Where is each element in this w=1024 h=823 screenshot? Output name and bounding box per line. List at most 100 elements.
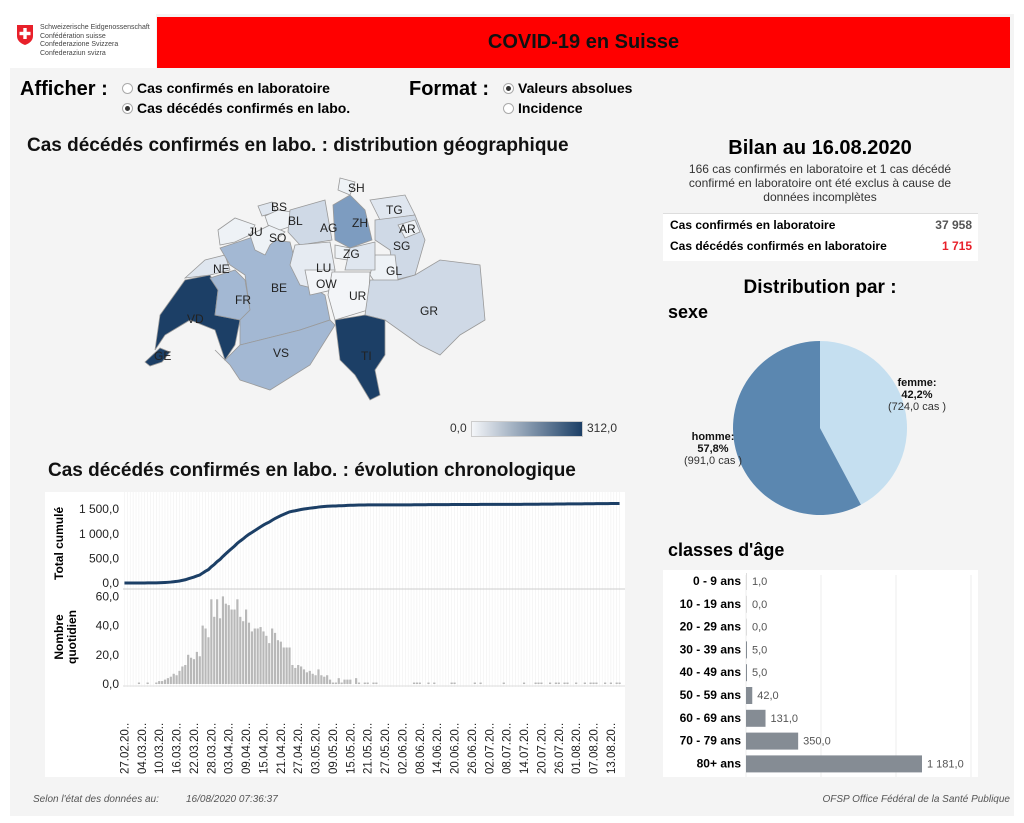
- radio-circle[interactable]: [503, 102, 514, 114]
- color-scale-legend: [471, 421, 583, 437]
- daily-bar: [239, 616, 242, 684]
- daily-bar: [427, 682, 430, 684]
- x-tick-label: 20.06.20..: [450, 723, 462, 774]
- y-tick-daily: 20,0: [96, 648, 120, 662]
- age-bar: [746, 618, 747, 636]
- daily-bar: [294, 667, 297, 684]
- daily-bar: [346, 679, 349, 684]
- daily-bar: [224, 603, 227, 684]
- canton-label: JU: [248, 225, 263, 239]
- daily-bar: [192, 659, 196, 684]
- daily-bar: [216, 599, 219, 684]
- x-tick-label: 10.03.20..: [154, 723, 166, 774]
- canton-label: VD: [187, 312, 204, 326]
- daily-bar: [583, 682, 586, 684]
- daily-bar: [155, 682, 158, 684]
- age-title: classes d'âge: [668, 540, 785, 560]
- chronology-chart: 0,0 500,0 1 000,0 1 500,0 Total cumulé 0,0 20,…: [52, 492, 625, 774]
- age-bar: [746, 755, 922, 773]
- daily-bar: [273, 632, 277, 684]
- daily-bar: [285, 647, 288, 684]
- daily-bar: [288, 647, 291, 684]
- radio-cas-confirmes[interactable]: Cas confirmés en laboratoire: [122, 78, 350, 98]
- daily-bar: [169, 676, 172, 684]
- radio-incidence[interactable]: Incidence: [503, 98, 632, 118]
- age-category-label: 20 - 29 ans: [680, 620, 742, 634]
- daily-bar: [372, 682, 375, 684]
- x-tick-label: 20.07.20..: [536, 723, 548, 774]
- daily-bar: [549, 682, 552, 684]
- canton-label: AR: [399, 222, 416, 236]
- daily-bar: [566, 682, 569, 684]
- daily-bar: [184, 665, 187, 684]
- age-value-label: 1 181,0: [927, 758, 964, 770]
- radio-circle[interactable]: [122, 82, 133, 94]
- daily-bar: [609, 682, 612, 684]
- daily-bar: [326, 675, 329, 684]
- canton-label: SH: [348, 181, 365, 195]
- radio-valeurs-absolues[interactable]: Valeurs absolues: [503, 78, 632, 98]
- distribution-title: Distribution par :: [743, 277, 897, 298]
- daily-bar: [357, 682, 361, 684]
- radio-circle-selected[interactable]: [503, 82, 514, 94]
- canton-label: OW: [316, 277, 337, 291]
- logo-line: Confederazione Svizzera: [40, 41, 119, 48]
- daily-bar: [554, 682, 557, 684]
- daily-bar: [375, 682, 378, 684]
- pie-label-line: homme:: [692, 431, 735, 443]
- x-tick-label: 15.04.20..: [258, 723, 270, 774]
- swiss-confederation-logo: Schweizerische Eidgenossenschaft Confédé…: [10, 14, 156, 68]
- radio-cas-decedes[interactable]: Cas décédés confirmés en labo.: [122, 98, 350, 118]
- daily-bar: [473, 682, 476, 684]
- bilan-row-value: 1 715: [941, 239, 972, 253]
- y-tick-cumulative: 1 500,0: [79, 502, 119, 516]
- x-tick-label: 21.04.20..: [276, 723, 288, 774]
- daily-bar: [615, 682, 618, 684]
- daily-bar: [522, 682, 526, 684]
- age-bar: [746, 687, 753, 704]
- format-label: Format :: [409, 78, 489, 100]
- x-tick-label: 03.04.20..: [224, 723, 236, 774]
- bilan-title: Bilan au 16.08.2020: [728, 137, 912, 159]
- daily-bar: [259, 627, 262, 684]
- age-value-label: 42,0: [757, 690, 778, 702]
- age-bar: [746, 573, 747, 590]
- logo-line: Schweizerische Eidgenossenschaft: [40, 24, 150, 31]
- daily-bar: [308, 670, 311, 684]
- daily-bar: [265, 635, 268, 684]
- canton-label: LU: [316, 261, 331, 275]
- age-value-label: 350,0: [803, 736, 831, 748]
- canton-label: ZH: [352, 216, 368, 230]
- age-category-label: 70 - 79 ans: [680, 734, 742, 748]
- x-tick-label: 22.03.20..: [189, 723, 201, 774]
- logo-line: Confederaziun svizra: [40, 49, 106, 57]
- age-category-label: 30 - 39 ans: [680, 642, 742, 656]
- daily-bar: [291, 665, 294, 684]
- x-tick-label: 27.05.20..: [380, 723, 392, 774]
- daily-bar: [268, 643, 271, 684]
- canton-ti[interactable]: [334, 314, 386, 401]
- x-tick-label: 14.07.20..: [519, 723, 531, 774]
- pie-label-line: 42,2%: [901, 389, 932, 401]
- pie-label-line: femme:: [897, 377, 936, 389]
- x-tick-label: 27.02.20..: [119, 723, 131, 774]
- x-tick-label: 27.04.20..: [293, 723, 305, 774]
- daily-bar: [178, 670, 181, 684]
- app-title: COVID-19 en Suisse: [157, 17, 1010, 68]
- daily-bar: [146, 682, 149, 684]
- daily-bar: [589, 682, 592, 684]
- daily-bar: [276, 640, 280, 684]
- radio-circle-selected[interactable]: [122, 102, 133, 114]
- x-tick-label: 03.05.20..: [311, 723, 323, 774]
- y-tick-cumulative: 0,0: [102, 576, 119, 590]
- daily-bar: [355, 678, 358, 684]
- daily-bar: [297, 665, 300, 684]
- x-tick-label: 07.08.20..: [588, 723, 600, 774]
- x-tick-label: 02.06.20..: [397, 723, 409, 774]
- daily-bar: [433, 682, 436, 684]
- x-tick-label: 02.07.20..: [484, 723, 496, 774]
- daily-bar: [575, 682, 578, 684]
- radio-label: Valeurs absolues: [518, 80, 633, 96]
- switzerland-canton-map[interactable]: GE VD NE JU FR BE SO BSBL AG ZH SH TG SG AR GL ZG LU OW UR…: [140, 170, 500, 410]
- logo-text: Schweizerische Eidgenossenschaft Confédé…: [40, 24, 150, 58]
